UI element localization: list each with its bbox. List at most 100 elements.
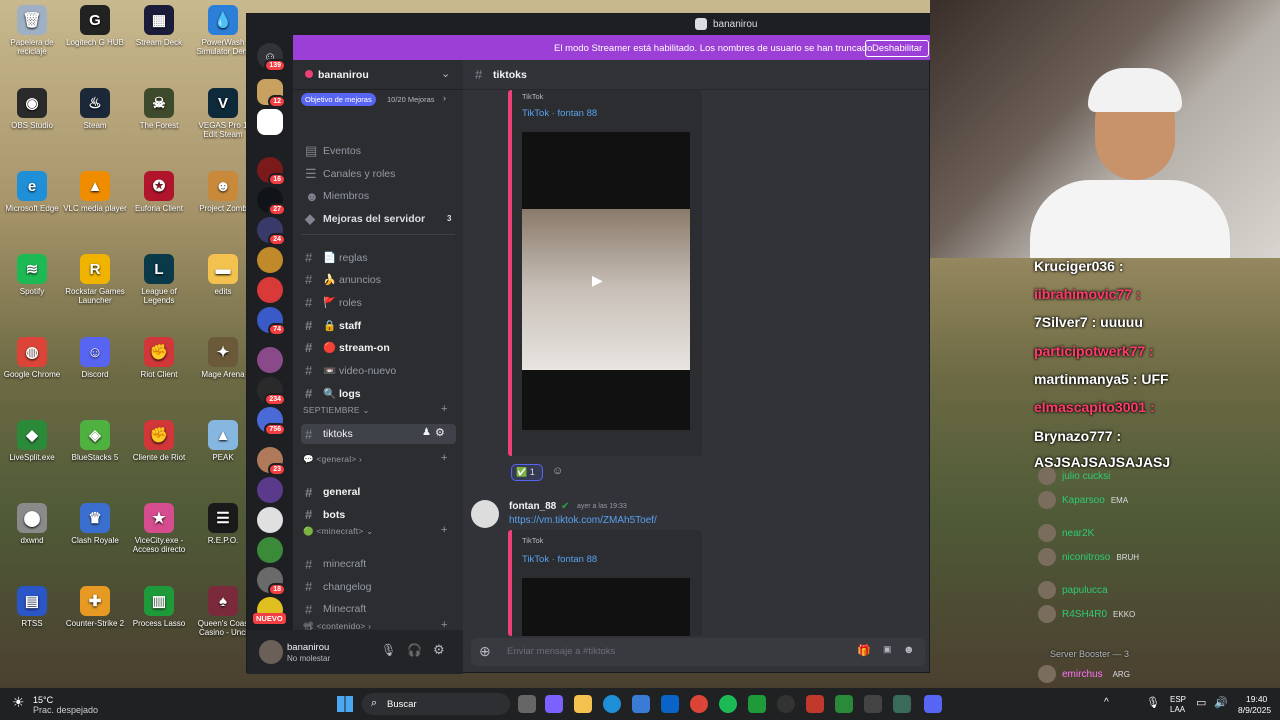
network-icon[interactable]: ▭ — [1196, 696, 1206, 709]
copilot-icon[interactable] — [545, 695, 563, 713]
direct-messages-button[interactable]: ☺ 139 — [257, 43, 286, 72]
desktop-shortcut[interactable]: ◈ BlueStacks 5 — [63, 420, 127, 462]
server-icon[interactable] — [257, 537, 283, 563]
play-icon[interactable]: ▶ — [592, 272, 603, 289]
desktop-shortcut[interactable]: ◆ LiveSplit.exe — [0, 420, 64, 462]
menu-server-boosts[interactable]: ◆ Mejoras del servidor 3 — [301, 209, 456, 229]
chevron-up-icon[interactable]: ^ — [1104, 697, 1109, 708]
desktop-shortcut[interactable]: e Microsoft Edge — [0, 171, 64, 213]
gear-icon[interactable]: ⚙ — [435, 426, 445, 439]
channel-item[interactable]: # 🍌 anuncios — [301, 270, 456, 290]
channel-item[interactable]: # 📄 reglas — [301, 247, 456, 267]
server-icon[interactable]: 756 — [257, 407, 286, 436]
desktop-shortcut[interactable]: ◍ Google Chrome — [0, 337, 64, 379]
add-channel-icon[interactable]: + — [441, 452, 447, 464]
app-icon[interactable] — [806, 695, 824, 713]
discord-icon[interactable] — [924, 695, 942, 713]
keyboard-layout[interactable]: LAA — [1170, 705, 1185, 714]
windows-start-icon[interactable] — [337, 696, 353, 712]
menu-channels-roles[interactable]: ☰ Canales y roles — [301, 164, 456, 184]
desktop-shortcut[interactable]: ★ ViceCity.exe - Acceso directo — [127, 503, 191, 554]
channel-item[interactable]: # 🚩 roles — [301, 292, 456, 312]
member-row[interactable]: Kaparsoo EMA — [1038, 490, 1198, 510]
server-icon[interactable]: 234 — [257, 377, 286, 406]
channel-item[interactable]: # bots — [301, 505, 456, 525]
server-icon[interactable]: 23 — [257, 447, 286, 476]
add-attachment-icon[interactable]: ⊕ — [479, 643, 491, 660]
server-icon[interactable] — [257, 247, 283, 273]
app-icon[interactable] — [893, 695, 911, 713]
add-channel-icon[interactable]: + — [441, 403, 447, 415]
message-author[interactable]: fontan_88 — [509, 501, 556, 512]
category-general[interactable]: 💬 <general> › — [303, 454, 362, 465]
desktop-shortcut[interactable]: ✊ Riot Client — [127, 337, 191, 379]
embed-title-link[interactable]: TikTok · fontan 88 — [522, 554, 597, 565]
avatar[interactable] — [471, 500, 499, 528]
process-lasso-icon[interactable] — [748, 695, 766, 713]
server-icon[interactable] — [257, 277, 283, 303]
message-link[interactable]: https://vm.tiktok.com/ZMAh5Toef/ — [509, 515, 657, 526]
desktop-shortcut[interactable]: ▥ Process Lasso — [127, 586, 191, 628]
channel-item[interactable]: # 🔒 staff — [301, 315, 456, 335]
sticker-icon[interactable]: ☻ — [903, 644, 915, 656]
channel-item[interactable]: # 📼 video-nuevo — [301, 361, 456, 381]
server-icon[interactable]: 12 — [257, 79, 286, 108]
member-row[interactable]: near2K — [1038, 523, 1198, 543]
embed-title-link[interactable]: TikTok · fontan 88 — [522, 108, 597, 119]
desktop-shortcut[interactable]: ☺ Discord — [63, 337, 127, 379]
invite-icon[interactable]: ♟ — [422, 427, 431, 438]
logitech-icon[interactable] — [864, 695, 882, 713]
member-row[interactable]: niconitroso BRUH — [1038, 547, 1198, 567]
app-icon[interactable] — [835, 695, 853, 713]
desktop-shortcut[interactable]: ✊ Cliente de Riot — [127, 420, 191, 462]
desktop-shortcut[interactable]: ⬤ dxwnd — [0, 503, 64, 545]
member-row[interactable]: julio cucksi — [1038, 466, 1198, 486]
menu-members[interactable]: ☻ Miembros — [301, 186, 456, 206]
channel-item[interactable]: # changelog — [301, 577, 456, 597]
server-icon[interactable] — [257, 477, 283, 503]
channel-item[interactable]: # general — [301, 482, 456, 502]
server-icon-active[interactable] — [257, 109, 283, 135]
chevron-down-icon[interactable]: ⌄ — [441, 67, 450, 80]
boost-goal-bar[interactable]: Objetivo de mejoras 10/20 Mejoras › — [301, 92, 451, 108]
gif-icon[interactable]: ▣ — [883, 644, 892, 655]
message-composer[interactable]: ⊕ Enviar mensaje a #tiktoks 🎁 ▣ ☻ — [471, 638, 925, 666]
server-icon[interactable] — [257, 507, 283, 533]
video-thumbnail[interactable]: ▶ — [522, 132, 690, 430]
microphone-icon[interactable]: 🎙 — [381, 643, 396, 657]
desktop-shortcut[interactable]: ♛ Clash Royale — [63, 503, 127, 545]
channel-item[interactable]: # Minecraft — [301, 599, 456, 619]
desktop-shortcut[interactable]: ▤ RTSS — [0, 586, 64, 628]
microphone-icon[interactable]: 🎙 — [1146, 696, 1160, 709]
video-thumbnail[interactable] — [522, 578, 690, 636]
edge-icon[interactable] — [603, 695, 621, 713]
desktop-shortcut[interactable]: ≋ Spotify — [0, 254, 64, 296]
taskbar-search[interactable]: ⌕ Buscar — [362, 693, 510, 715]
server-icon[interactable]: 74 — [257, 307, 286, 336]
chrome-icon[interactable] — [690, 695, 708, 713]
desktop-shortcut[interactable]: L League of Legends — [127, 254, 191, 305]
member-row[interactable]: R4SH4R0 EKKO — [1038, 604, 1198, 624]
channel-tiktoks[interactable]: # tiktoks ♟ ⚙ — [301, 424, 456, 444]
avatar[interactable] — [259, 640, 283, 664]
desktop-shortcut[interactable]: ✪ Euforia Client — [127, 171, 191, 213]
desktop-shortcut[interactable]: ☠ The Forest — [127, 88, 191, 130]
gift-icon[interactable]: 🎁 — [857, 644, 871, 657]
desktop-shortcut[interactable]: 🗑 Papelera de reciclaje — [0, 5, 64, 56]
server-header[interactable]: bananirou ⌄ — [293, 60, 463, 90]
channel-item[interactable]: # minecraft — [301, 554, 456, 574]
menu-events[interactable]: ▤ Eventos — [301, 141, 456, 161]
headphones-icon[interactable]: 🎧 — [407, 643, 422, 657]
desktop-shortcut[interactable]: R Rockstar Games Launcher — [63, 254, 127, 305]
message-input[interactable]: Enviar mensaje a #tiktoks — [507, 646, 615, 657]
desktop-shortcut[interactable]: ▦ Stream Deck — [127, 5, 191, 47]
desktop-shortcut[interactable]: ✚ Counter-Strike 2 — [63, 586, 127, 628]
task-view-icon[interactable] — [518, 695, 536, 713]
server-icon[interactable]: 18 — [257, 567, 286, 596]
disable-streamer-button[interactable]: Deshabilitar — [865, 40, 930, 57]
obs-icon[interactable] — [777, 695, 795, 713]
desktop-shortcut[interactable]: ▲ VLC media player — [63, 171, 127, 213]
member-row[interactable]: papulucca — [1038, 580, 1198, 600]
gear-icon[interactable]: ⚙ — [433, 642, 445, 658]
server-icon[interactable] — [257, 347, 283, 373]
